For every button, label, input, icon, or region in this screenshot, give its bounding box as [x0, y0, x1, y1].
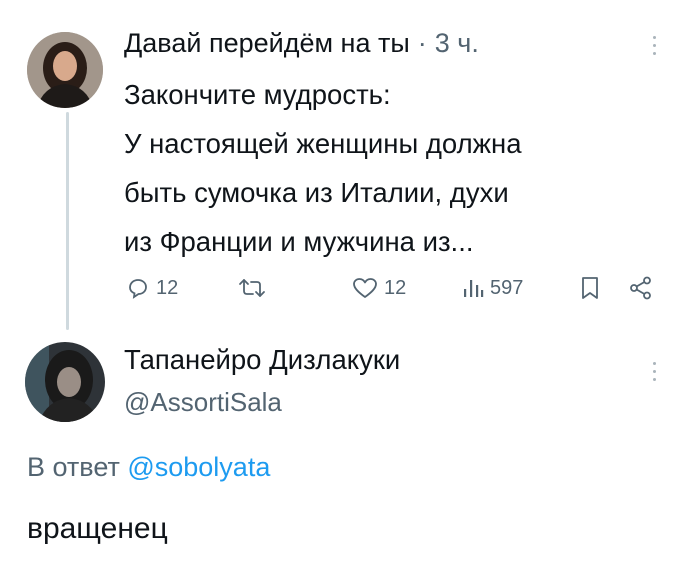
- views-count: 597: [490, 276, 524, 299]
- reply-text: вращенец: [27, 512, 168, 545]
- reply-to-prefix: В ответ: [27, 452, 120, 482]
- reply-to-handle-link[interactable]: @sobolyata: [127, 452, 270, 482]
- post-text: Закончите мудрость: У настоящей женщины …: [124, 70, 522, 266]
- views-icon: [462, 276, 484, 300]
- post-text-line: быть сумочка из Италии, духи: [124, 177, 509, 208]
- thread-connector-line: [66, 112, 69, 330]
- bookmark-button[interactable]: [580, 270, 600, 306]
- reply-count: 12: [156, 276, 179, 299]
- post-time[interactable]: 3 ч.: [435, 28, 479, 59]
- reply-to-line: В ответ @sobolyata: [27, 448, 270, 486]
- post-author-avatar[interactable]: [27, 32, 103, 108]
- post-separator: ·: [417, 28, 427, 58]
- reply-author-avatar[interactable]: [25, 342, 105, 422]
- like-count: 12: [384, 276, 407, 299]
- more-vertical-icon[interactable]: [651, 362, 657, 381]
- more-vertical-icon[interactable]: [651, 36, 657, 55]
- bookmark-icon: [580, 275, 600, 301]
- post-text-line: из Франции и мужчина из...: [124, 226, 474, 257]
- reply-icon: [126, 276, 150, 300]
- share-icon: [628, 275, 654, 301]
- like-icon: [352, 276, 378, 300]
- retweet-button[interactable]: [237, 270, 267, 306]
- post-text-line: Закончите мудрость:: [124, 79, 391, 110]
- views-button[interactable]: 597: [462, 270, 523, 306]
- like-button[interactable]: 12: [352, 270, 406, 306]
- post-text-line: У настоящей женщины должна: [124, 128, 522, 159]
- retweet-icon: [237, 276, 267, 300]
- reply-button[interactable]: 12: [126, 270, 178, 306]
- reply-author-name[interactable]: Тапанейро Дизлакуки: [124, 342, 400, 378]
- reply-author-handle[interactable]: @AssortiSala: [124, 384, 282, 420]
- share-button[interactable]: [628, 270, 654, 306]
- post-header: Давай перейдём на ты · 3 ч.: [124, 28, 479, 68]
- post-author-name[interactable]: Давай перейдём на ты: [124, 28, 410, 59]
